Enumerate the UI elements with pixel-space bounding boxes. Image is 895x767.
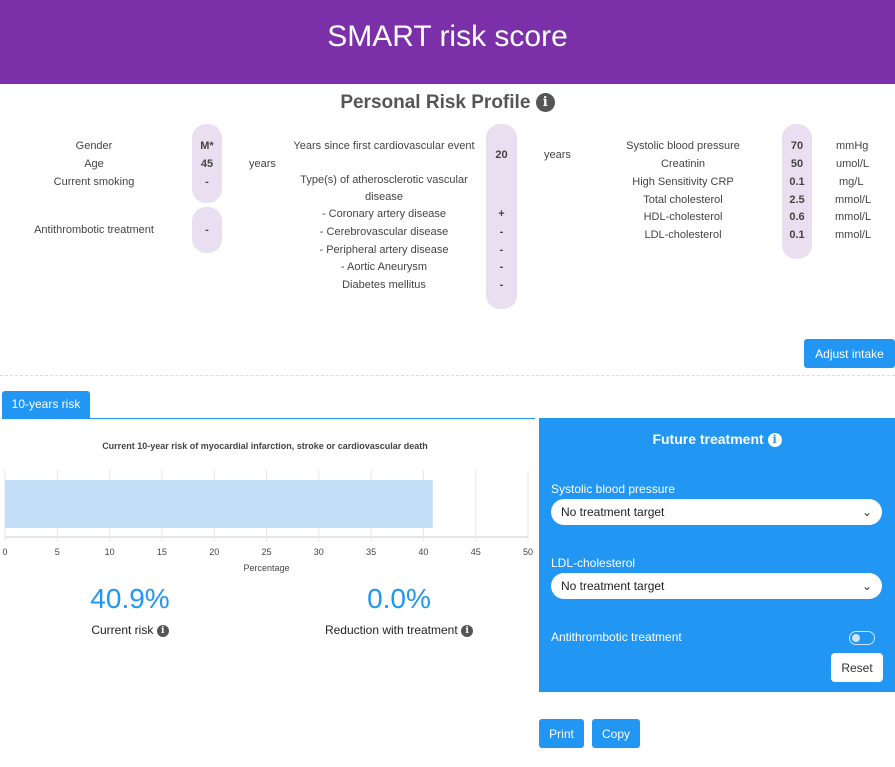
- current-risk-value: 40.9%: [90, 583, 170, 614]
- x-tick-label: 30: [314, 547, 324, 557]
- chevron-down-icon: ⌄: [861, 579, 872, 593]
- hdl-value: 0.6: [789, 211, 805, 223]
- smoking-label: Current smoking: [53, 176, 135, 188]
- creatinin-value: 50: [790, 158, 804, 170]
- aortic-label: - Aortic Aneurysm: [340, 261, 428, 273]
- years-unit: years: [544, 149, 571, 161]
- risk-bar: [5, 480, 433, 528]
- ldl-target-select[interactable]: No treatment target ⌄: [551, 573, 882, 599]
- section-divider: [0, 375, 895, 376]
- x-tick-label: 15: [157, 547, 167, 557]
- current-risk-label-row: Current risk i: [40, 623, 220, 637]
- antithrombotic-label: Antithrombotic treatment: [34, 224, 154, 236]
- reduction-label-row: Reduction with treatment i: [300, 623, 498, 637]
- info-icon[interactable]: i: [535, 93, 555, 113]
- tab-underline: [2, 418, 535, 419]
- antithrombotic-toggle[interactable]: [849, 631, 875, 645]
- sbp-target-select[interactable]: No treatment target ⌄: [551, 499, 882, 525]
- cerebrovascular-label: - Cerebrovascular disease: [319, 226, 449, 238]
- x-tick-label: 45: [471, 547, 481, 557]
- print-button[interactable]: Print: [539, 719, 584, 748]
- antithrombotic-value: -: [205, 224, 209, 236]
- reduction-value: 0.0%: [367, 583, 431, 614]
- coronary-value: +: [498, 208, 505, 220]
- future-treatment-title-row: Future treatment i: [539, 431, 895, 448]
- chart-bars: [5, 480, 433, 528]
- peripheral-label: - Peripheral artery disease: [319, 244, 449, 256]
- creatinin-unit: umol/L: [836, 158, 870, 170]
- sbp-label: Systolic blood pressure: [626, 140, 740, 152]
- tab-10-years-risk[interactable]: 10-years risk: [2, 391, 90, 418]
- reduction-label: Reduction with treatment: [324, 623, 458, 637]
- hdl-label: HDL-cholesterol: [643, 211, 723, 223]
- current-risk-label: Current risk: [91, 623, 154, 637]
- cerebrovascular-value: -: [499, 226, 504, 238]
- diabetes-value: -: [499, 279, 504, 291]
- profile-title: Personal Risk Profile: [340, 92, 531, 113]
- years-value: 20: [495, 149, 508, 161]
- years-label: Years since first cardiovascular event: [293, 140, 475, 152]
- info-icon[interactable]: i: [767, 433, 782, 448]
- app-header: SMART risk score: [0, 0, 895, 84]
- profile-title-row: Personal Risk Profile i: [0, 92, 895, 114]
- x-tick-label: 40: [418, 547, 428, 557]
- crp-unit: mg/L: [839, 176, 864, 188]
- sbp-unit: mmHg: [836, 140, 869, 152]
- risk-bar-chart: 0 5 10 15 20 25 30 35 40 45 50 Percentage: [2, 470, 533, 573]
- x-tick-label: 50: [523, 547, 533, 557]
- total-cholesterol-value: 2.5: [789, 194, 805, 206]
- future-treatment-panel: Future treatment i Systolic blood pressu…: [539, 418, 895, 692]
- smoking-value: -: [205, 176, 209, 188]
- crp-label: High Sensitivity CRP: [632, 176, 734, 188]
- sbp-target-label: Systolic blood pressure: [551, 482, 676, 496]
- coronary-label: - Coronary artery disease: [321, 208, 447, 220]
- info-icon[interactable]: i: [461, 624, 474, 637]
- future-treatment-title: Future treatment: [652, 431, 764, 447]
- adjust-intake-button[interactable]: Adjust intake: [804, 339, 895, 368]
- chart-tick-labels: 0 5 10 15 20 25 30 35 40 45 50: [2, 547, 533, 557]
- info-icon[interactable]: i: [156, 624, 169, 637]
- age-unit: years: [249, 158, 276, 170]
- gender-label: Gender: [75, 140, 113, 152]
- total-cholesterol-label: Total cholesterol: [643, 194, 723, 206]
- x-tick-label: 10: [105, 547, 115, 557]
- copy-button[interactable]: Copy: [592, 719, 640, 748]
- aortic-value: -: [499, 261, 504, 273]
- total-cholesterol-unit: mmol/L: [835, 194, 872, 206]
- ldl-unit: mmol/L: [835, 229, 872, 241]
- x-tick-label: 5: [55, 547, 60, 557]
- antithrombotic-toggle-label: Antithrombotic treatment: [551, 630, 682, 644]
- ldl-value: 0.1: [789, 229, 805, 241]
- age-label: Age: [84, 158, 104, 170]
- x-tick-label: 0: [2, 547, 7, 557]
- ldl-target-label: LDL-cholesterol: [551, 556, 636, 570]
- ldl-label: LDL-cholesterol: [644, 229, 722, 241]
- app-title: SMART risk score: [327, 20, 568, 53]
- age-value: 45: [200, 158, 214, 170]
- sbp-value: 70: [790, 140, 804, 152]
- sbp-target-value: No treatment target: [561, 505, 665, 519]
- creatinin-label: Creatinin: [660, 158, 706, 170]
- chevron-down-icon: ⌄: [861, 505, 872, 519]
- ldl-target-value: No treatment target: [561, 579, 665, 593]
- diabetes-label: Diabetes mellitus: [342, 279, 426, 291]
- toggle-knob: [852, 634, 860, 642]
- chart-title: Current 10-year risk of myocardial infar…: [102, 441, 428, 451]
- chart-x-axis-label: Percentage: [243, 563, 289, 573]
- x-tick-label: 20: [209, 547, 219, 557]
- hdl-unit: mmol/L: [835, 211, 872, 223]
- reset-button[interactable]: Reset: [831, 653, 883, 682]
- x-tick-label: 35: [366, 547, 376, 557]
- crp-value: 0.1: [789, 176, 805, 188]
- x-tick-label: 25: [261, 547, 271, 557]
- types-label: Type(s) of atherosclerotic vascular dise…: [300, 174, 468, 203]
- peripheral-value: -: [499, 244, 504, 256]
- gender-value: M*: [200, 140, 214, 152]
